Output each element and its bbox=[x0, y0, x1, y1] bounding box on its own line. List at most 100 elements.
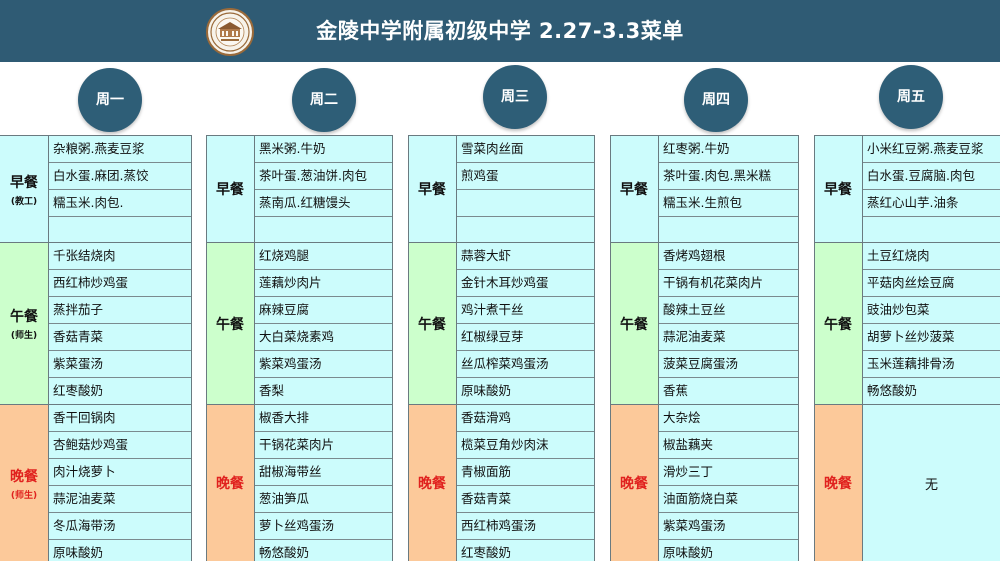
dinner-items: 大杂烩 椒盐藕夹 滑炒三丁 油面筋烧白菜 紫菜鸡蛋汤 原味酸奶 bbox=[659, 405, 798, 561]
menu-item: 鸡汁煮干丝 bbox=[457, 297, 594, 324]
menu-item: 畅悠酸奶 bbox=[259, 545, 310, 560]
lunch-block: 午餐 红烧鸡腿 莲藕炒肉片 麻辣豆腐 大白菜烧素鸡 紫菜鸡蛋汤 香梨 bbox=[206, 242, 392, 404]
dinner-label: 晚餐 bbox=[408, 405, 457, 561]
column-divider bbox=[610, 135, 611, 561]
meal-name: 早餐 bbox=[216, 182, 244, 198]
menu-item: 杏鲍菇炒鸡蛋 bbox=[49, 432, 191, 459]
dinner-block: 晚餐 (师生) 香干回锅肉 杏鲍菇炒鸡蛋 肉汁烧萝卜 蒜泥油麦菜 冬瓜海带汤 原… bbox=[0, 404, 191, 561]
column-divider bbox=[408, 135, 409, 561]
menu-item: 香烤鸡翅根 bbox=[659, 243, 798, 270]
menu-item: 蒜泥油麦菜 bbox=[659, 324, 798, 351]
menu-item: 糯玉米.肉包. bbox=[49, 190, 191, 217]
dinner-label: 晚餐 bbox=[610, 405, 659, 561]
breakfast-label: 早餐 bbox=[610, 136, 659, 242]
meal-name: 晚餐 bbox=[216, 476, 244, 492]
meal-name: 晚餐 bbox=[418, 476, 446, 492]
dinner-block: 晚餐 香菇滑鸡 榄菜豆角炒肉沫 青椒面筋 香菇青菜 西红柿鸡蛋汤 红枣酸奶 bbox=[408, 404, 594, 561]
menu-item: 大白菜烧素鸡 bbox=[255, 324, 392, 351]
day-column-thu: 早餐 红枣粥.牛奶 茶叶蛋.肉包.黑米糕 糯玉米.生煎包 午餐 香烤鸡翅根 干锅… bbox=[610, 135, 798, 561]
day-badge-thu: 周四 bbox=[684, 68, 748, 132]
menu-item: 蒜泥油麦菜 bbox=[49, 486, 191, 513]
menu-item bbox=[49, 217, 191, 244]
day-column-tue: 早餐 黑米粥.牛奶 茶叶蛋.葱油饼.肉包 蒸南瓜.红糖馒头 午餐 红烧鸡腿 莲藕… bbox=[206, 135, 392, 561]
day-column-fri: 早餐 小米红豆粥.燕麦豆浆 白水蛋.豆腐脑.肉包 蒸红心山芋.油条 午餐 土豆红… bbox=[814, 135, 1000, 561]
meal-name: 早餐 bbox=[824, 182, 852, 198]
lunch-block: 午餐 香烤鸡翅根 干锅有机花菜肉片 酸辣土豆丝 蒜泥油麦菜 菠菜豆腐蛋汤 香蕉 bbox=[610, 242, 798, 404]
meal-name: 晚餐 bbox=[824, 476, 852, 492]
menu-item: 糯玉米.生煎包 bbox=[659, 190, 798, 217]
day-badge-fri: 周五 bbox=[879, 65, 943, 129]
menu-item bbox=[863, 217, 1000, 244]
column-divider bbox=[191, 135, 192, 561]
page-title: 金陵中学附属初级中学 2.27-3.3菜单 bbox=[316, 19, 684, 43]
menu-item: 杂粮粥.燕麦豆浆 bbox=[49, 136, 191, 163]
menu-item: 滑炒三丁 bbox=[659, 459, 798, 486]
lunch-label: 午餐 (师生) bbox=[0, 243, 49, 404]
menu-item bbox=[457, 217, 594, 244]
menu-item: 干锅花菜肉片 bbox=[255, 432, 392, 459]
breakfast-items: 黑米粥.牛奶 茶叶蛋.葱油饼.肉包 蒸南瓜.红糖馒头 bbox=[255, 136, 392, 242]
menu-item bbox=[255, 217, 392, 244]
menu-item: 蒸南瓜.红糖馒头 bbox=[255, 190, 392, 217]
column-divider bbox=[594, 135, 595, 561]
lunch-block: 午餐 蒜蓉大虾 金针木耳炒鸡蛋 鸡汁煮干丝 红椒绿豆芽 丝瓜榨菜鸡蛋汤 原味酸奶 bbox=[408, 242, 594, 404]
menu-item: 原味酸奶 bbox=[461, 383, 512, 398]
menu-item: 原味酸奶 bbox=[663, 545, 714, 560]
menu-item: 莲藕炒肉片 bbox=[255, 270, 392, 297]
menu-item: 麻辣豆腐 bbox=[255, 297, 392, 324]
meal-name: 午餐 bbox=[824, 316, 852, 333]
menu-item: 煎鸡蛋 bbox=[457, 163, 594, 190]
menu-item: 千张结烧肉 bbox=[49, 243, 191, 270]
menu-item: 茶叶蛋.肉包.黑米糕 bbox=[659, 163, 798, 190]
dinner-items: 无 bbox=[863, 405, 1000, 561]
menu-item: 蒸拌茄子 bbox=[49, 297, 191, 324]
dinner-block: 晚餐 大杂烩 椒盐藕夹 滑炒三丁 油面筋烧白菜 紫菜鸡蛋汤 原味酸奶 bbox=[610, 404, 798, 561]
day-badge-tue: 周二 bbox=[292, 68, 356, 132]
meal-name: 早餐 bbox=[620, 182, 648, 198]
menu-item: 西红柿炒鸡蛋 bbox=[49, 270, 191, 297]
column-divider bbox=[798, 135, 799, 561]
menu-item: 豉油炒包菜 bbox=[863, 297, 1000, 324]
menu-item: 大杂烩 bbox=[659, 405, 798, 432]
lunch-items: 千张结烧肉 西红柿炒鸡蛋 蒸拌茄子 香菇青菜 紫菜蛋汤 红枣酸奶 bbox=[49, 243, 191, 404]
menu-item: 畅悠酸奶 bbox=[867, 383, 918, 398]
lunch-block: 午餐 土豆红烧肉 平菇肉丝烩豆腐 豉油炒包菜 胡萝卜丝炒菠菜 玉米莲藕排骨汤 畅… bbox=[814, 242, 1000, 404]
dinner-items: 椒香大排 干锅花菜肉片 甜椒海带丝 葱油笋瓜 萝卜丝鸡蛋汤 畅悠酸奶 bbox=[255, 405, 392, 561]
menu-item: 紫菜鸡蛋汤 bbox=[659, 513, 798, 540]
breakfast-items: 杂粮粥.燕麦豆浆 白水蛋.麻团.蒸饺 糯玉米.肉包. bbox=[49, 136, 191, 242]
meal-name: 午餐 bbox=[216, 316, 244, 333]
menu-item: 香梨 bbox=[259, 383, 285, 398]
menu-item: 香菇青菜 bbox=[49, 324, 191, 351]
menu-item: 小米红豆粥.燕麦豆浆 bbox=[863, 136, 1000, 163]
menu-item: 油面筋烧白菜 bbox=[659, 486, 798, 513]
lunch-items: 蒜蓉大虾 金针木耳炒鸡蛋 鸡汁煮干丝 红椒绿豆芽 丝瓜榨菜鸡蛋汤 原味酸奶 bbox=[457, 243, 594, 404]
dinner-label: 晚餐 bbox=[206, 405, 255, 561]
lunch-label: 午餐 bbox=[206, 243, 255, 404]
column-divider bbox=[814, 135, 815, 561]
menu-item: 胡萝卜丝炒菠菜 bbox=[863, 324, 1000, 351]
meal-note: (师生) bbox=[10, 331, 38, 341]
lunch-block: 午餐 (师生) 千张结烧肉 西红柿炒鸡蛋 蒸拌茄子 香菇青菜 紫菜蛋汤 红枣酸奶 bbox=[0, 242, 191, 404]
column-divider bbox=[392, 135, 393, 561]
menu-item: 椒香大排 bbox=[255, 405, 392, 432]
menu-item: 茶叶蛋.葱油饼.肉包 bbox=[255, 163, 392, 190]
dinner-items: 香菇滑鸡 榄菜豆角炒肉沫 青椒面筋 香菇青菜 西红柿鸡蛋汤 红枣酸奶 bbox=[457, 405, 594, 561]
dinner-block: 晚餐 无 bbox=[814, 404, 1000, 561]
day-header-row: 周一 周二 周三 周四 周五 bbox=[0, 62, 1000, 135]
meal-name: 早餐 bbox=[418, 182, 446, 198]
breakfast-label: 早餐 bbox=[814, 136, 863, 242]
menu-item: 干锅有机花菜肉片 bbox=[659, 270, 798, 297]
day-badge-mon: 周一 bbox=[78, 68, 142, 132]
menu-item: 黑米粥.牛奶 bbox=[255, 136, 392, 163]
breakfast-label: 早餐 bbox=[206, 136, 255, 242]
breakfast-items: 小米红豆粥.燕麦豆浆 白水蛋.豆腐脑.肉包 蒸红心山芋.油条 bbox=[863, 136, 1000, 242]
meal-name: 晚餐 bbox=[620, 476, 648, 492]
breakfast-block: 早餐 雪菜肉丝面 煎鸡蛋 bbox=[408, 135, 594, 242]
dinner-label: 晚餐 (师生) bbox=[0, 405, 49, 561]
meal-name: 早餐 bbox=[10, 174, 38, 191]
menu-item: 西红柿鸡蛋汤 bbox=[457, 513, 594, 540]
menu-item: 香干回锅肉 bbox=[49, 405, 191, 432]
lunch-label: 午餐 bbox=[408, 243, 457, 404]
menu-item: 白水蛋.麻团.蒸饺 bbox=[49, 163, 191, 190]
dinner-label: 晚餐 bbox=[814, 405, 863, 561]
